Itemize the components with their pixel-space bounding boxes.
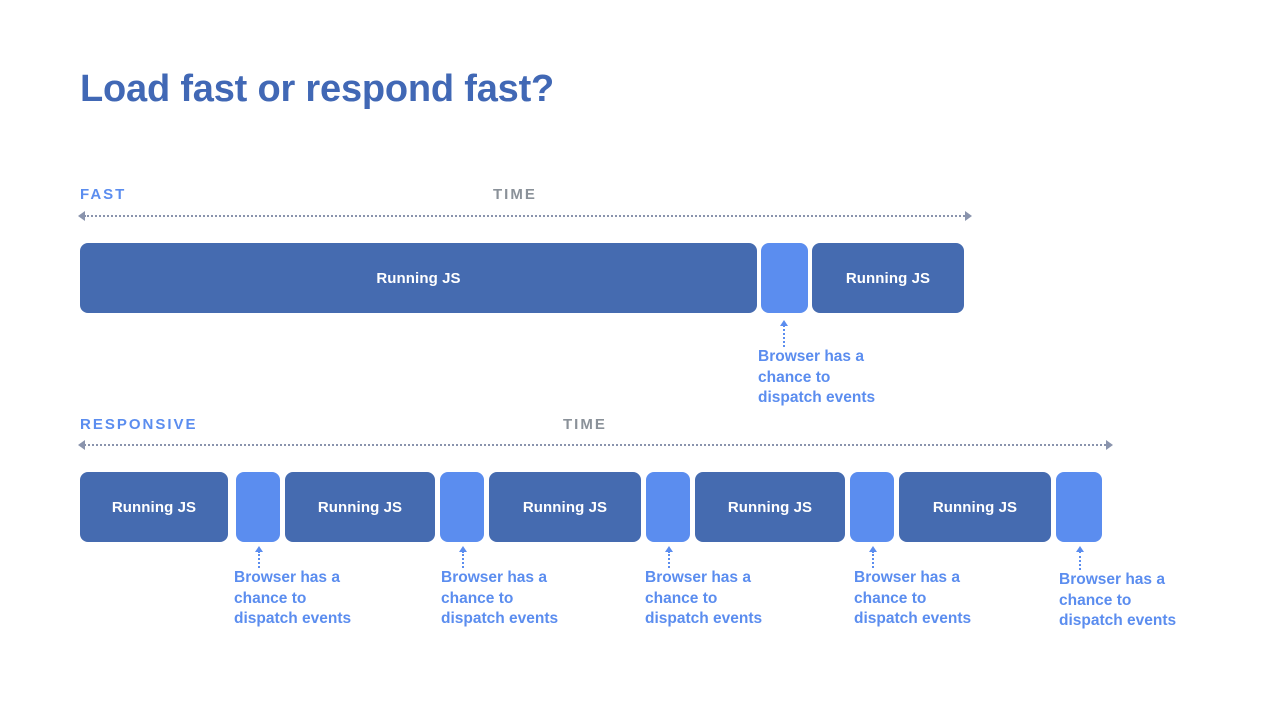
callout-dispatch-events: Browser has a chance to dispatch events	[854, 546, 1082, 636]
callout-text: Browser has a chance to dispatch events	[234, 569, 352, 627]
time-axis-label-responsive: TIME	[563, 416, 607, 433]
axis-arrow-right-icon	[1106, 440, 1113, 450]
callout-dispatch-events: Browser has a chance to dispatch events	[441, 546, 672, 636]
slide-canvas: Load fast or respond fast? FAST TIME Run…	[0, 0, 1276, 717]
bar-browser-gap[interactable]	[761, 243, 808, 313]
callout-text: Browser has a chance to dispatch events	[854, 569, 972, 627]
page-title: Load fast or respond fast?	[80, 68, 555, 110]
callout-dispatch-events: Browser has a chance to dispatch events	[234, 546, 468, 636]
bar-browser-gap[interactable]	[646, 472, 690, 542]
callout-text: Browser has a chance to dispatch events	[441, 569, 559, 627]
bar-running-js[interactable]: Running JS	[812, 243, 964, 313]
bar-running-js[interactable]: Running JS	[695, 472, 845, 542]
bar-browser-gap[interactable]	[236, 472, 280, 542]
bar-label: Running JS	[932, 498, 1018, 516]
callout-stem-line	[462, 551, 464, 568]
bar-running-js[interactable]: Running JS	[899, 472, 1051, 542]
callout-text: Browser has a chance to dispatch events	[758, 348, 876, 406]
section-label-responsive: RESPONSIVE	[80, 416, 198, 433]
callout-dispatch-events: Browser has a chance to dispatch events	[1059, 546, 1276, 636]
bar-label: Running JS	[845, 269, 931, 287]
axis-dotted-line	[84, 215, 965, 217]
bar-label: Running JS	[317, 498, 403, 516]
callout-stem-line	[258, 551, 260, 568]
bar-running-js[interactable]: Running JS	[285, 472, 435, 542]
callout-text: Browser has a chance to dispatch events	[1059, 571, 1177, 629]
bar-running-js[interactable]: Running JS	[80, 472, 228, 542]
time-axis-responsive	[78, 440, 1113, 450]
time-axis-label-fast: TIME	[493, 186, 537, 203]
bar-label: Running JS	[522, 498, 608, 516]
callout-stem-line	[668, 551, 670, 568]
axis-dotted-line	[84, 444, 1106, 446]
callout-dispatch-events: Browser has a chance to dispatch events	[758, 320, 1003, 420]
bar-running-js[interactable]: Running JS	[80, 243, 757, 313]
bar-label: Running JS	[727, 498, 813, 516]
bar-label: Running JS	[111, 498, 197, 516]
callout-dispatch-events: Browser has a chance to dispatch events	[645, 546, 878, 636]
bar-browser-gap[interactable]	[440, 472, 484, 542]
bar-label: Running JS	[376, 269, 461, 287]
bar-browser-gap[interactable]	[1056, 472, 1102, 542]
callout-stem-line	[783, 325, 785, 347]
axis-arrow-right-icon	[965, 211, 972, 221]
section-label-fast: FAST	[80, 186, 127, 203]
time-axis-fast	[78, 211, 972, 221]
callout-text: Browser has a chance to dispatch events	[645, 569, 763, 627]
bar-browser-gap[interactable]	[850, 472, 894, 542]
callout-stem-line	[872, 551, 874, 568]
bar-running-js[interactable]: Running JS	[489, 472, 641, 542]
callout-stem-line	[1079, 551, 1081, 570]
